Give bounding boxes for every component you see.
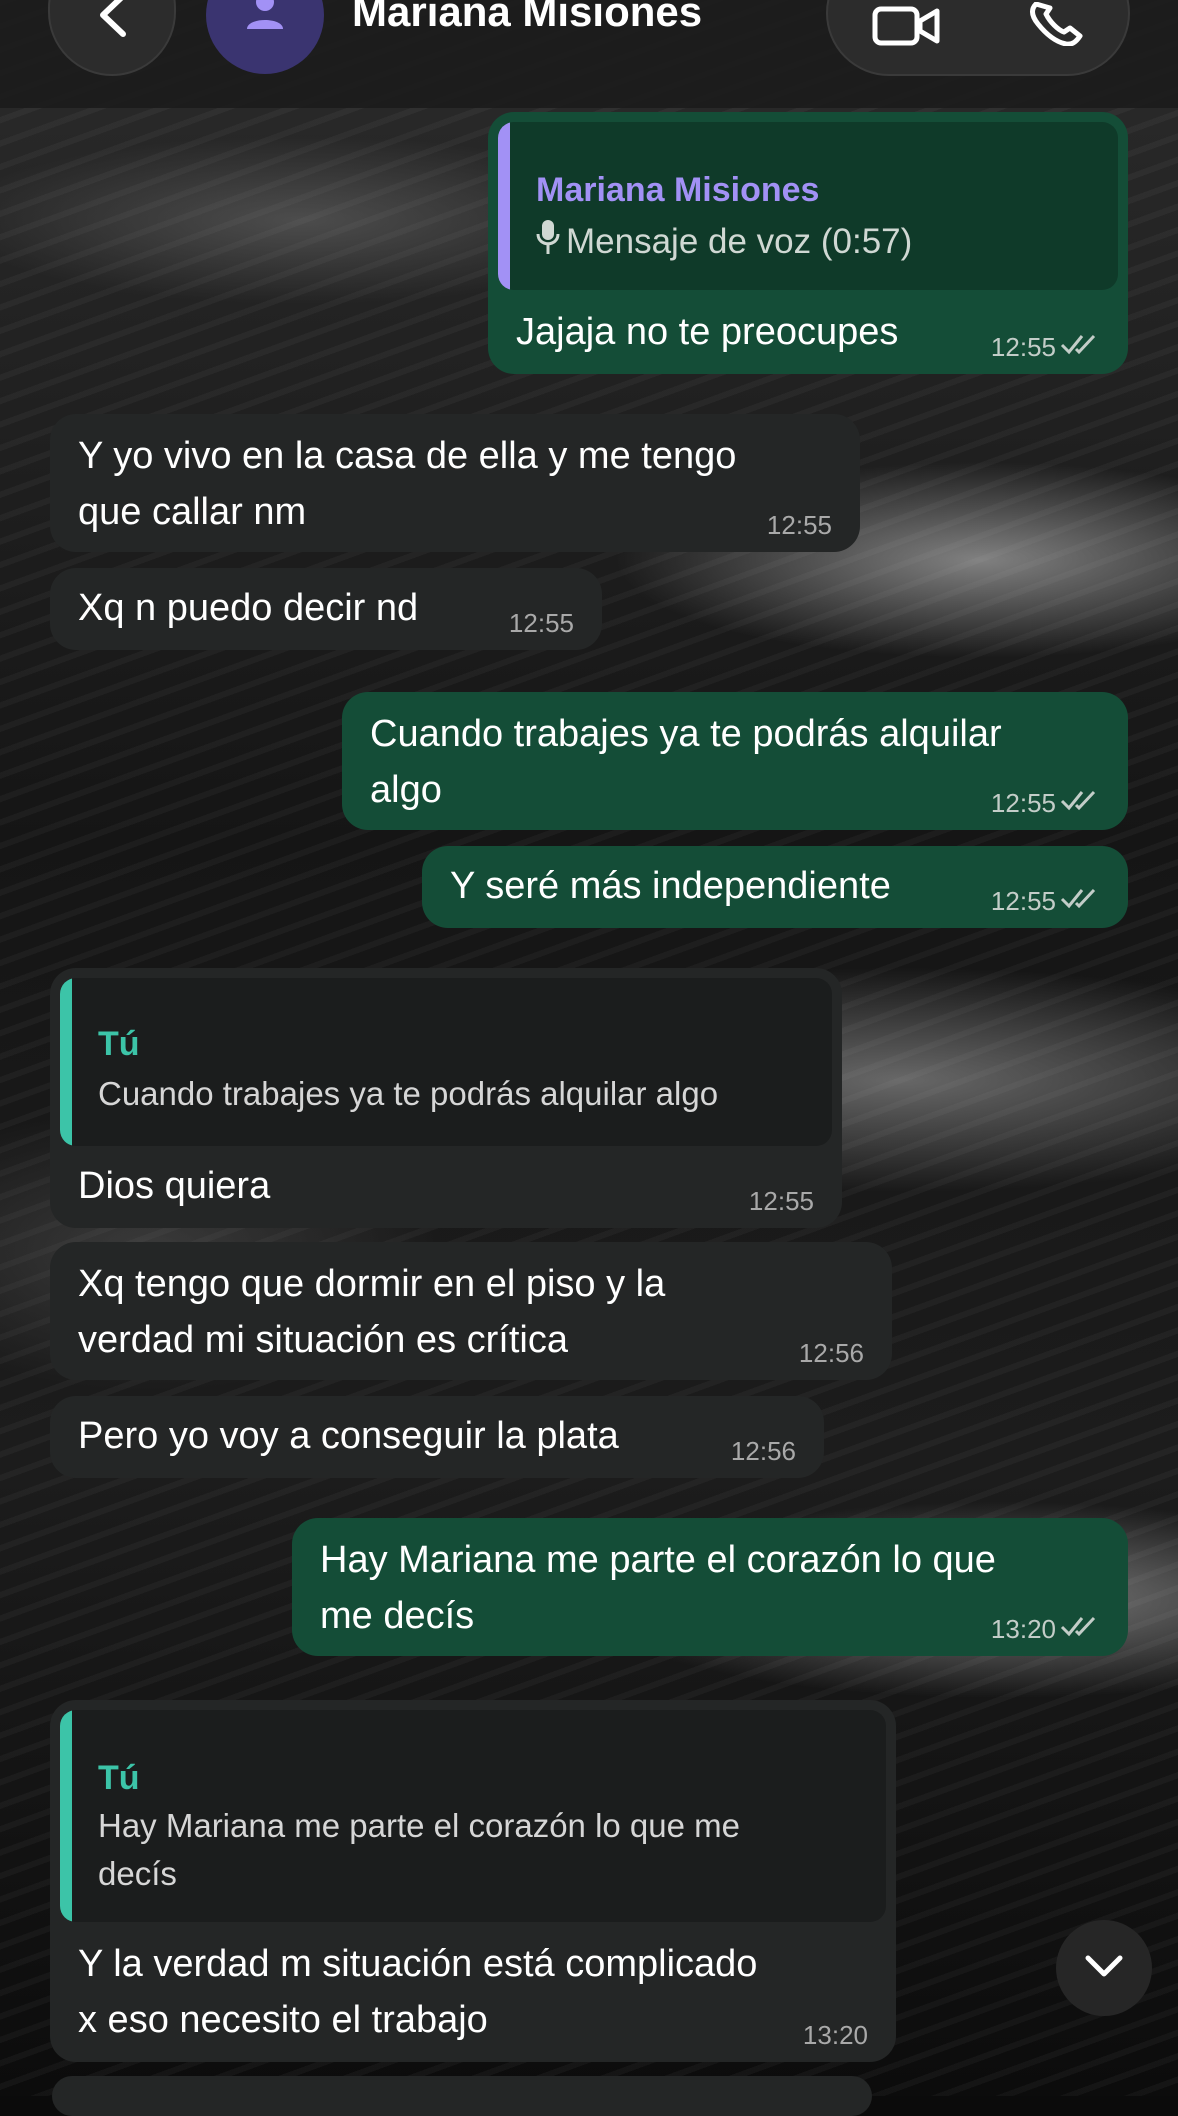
quote-text-line: Hay Mariana me parte el corazón lo que m…	[98, 1807, 740, 1844]
quoted-message[interactable]: Tú Cuando trabajes ya te podrás alquilar…	[60, 978, 832, 1146]
message-bubble-outgoing[interactable]: Mariana Misiones Mensaje de voz (0:57) J…	[488, 112, 1128, 374]
double-check-icon	[1060, 1614, 1100, 1644]
quote-accent-bar	[60, 978, 72, 1146]
message-bubble-outgoing[interactable]: Hay Mariana me parte el corazón lo que m…	[292, 1518, 1128, 1656]
double-check-icon	[1060, 886, 1100, 916]
message-bubble-outgoing[interactable]: Y seré más independiente 12:55	[422, 846, 1128, 928]
quote-sender-name: Tú	[98, 1759, 140, 1797]
quoted-message[interactable]: Mariana Misiones Mensaje de voz (0:57)	[498, 122, 1118, 290]
quote-sender-name: Mariana Misiones	[536, 171, 820, 209]
message-bubble-incoming[interactable]: Xq n puedo decir nd 12:55	[50, 568, 602, 650]
message-text-line: x eso necesito el trabajo	[78, 1999, 488, 2041]
message-time: 12:55	[508, 608, 574, 638]
message-time: 12:55	[766, 510, 832, 540]
message-bubble-incoming[interactable]: Tú Hay Mariana me parte el corazón lo qu…	[50, 1700, 896, 2062]
message-time: 12:55	[990, 886, 1056, 916]
message-meta: 12:56	[799, 1338, 864, 1368]
quote-text: Mensaje de voz (0:57)	[536, 218, 912, 268]
message-meta: 12:55	[991, 332, 1100, 362]
message-text: Jajaja no te preocupes	[516, 311, 899, 353]
message-time: 12:56	[730, 1436, 796, 1466]
next-message-bubble-partial	[52, 2076, 872, 2116]
quote-accent-bar	[498, 122, 510, 290]
message-text-line: Y yo vivo en la casa de ella y me tengo	[78, 435, 737, 477]
quoted-message[interactable]: Tú Hay Mariana me parte el corazón lo qu…	[60, 1710, 886, 1922]
message-bubble-incoming[interactable]: Xq tengo que dormir en el piso y la verd…	[50, 1242, 892, 1380]
person-icon	[245, 0, 285, 34]
message-text-line: algo	[370, 769, 442, 811]
double-check-icon	[1060, 788, 1100, 818]
chevron-down-icon	[1084, 1953, 1124, 1984]
message-meta: 12:55	[509, 608, 574, 638]
message-bubble-incoming[interactable]: Y yo vivo en la casa de ella y me tengo …	[50, 414, 860, 552]
quote-text: Cuando trabajes ya te podrás alquilar al…	[98, 1075, 719, 1112]
message-meta: 12:55	[991, 886, 1100, 916]
quote-text-line: decís	[98, 1855, 177, 1892]
microphone-icon	[536, 219, 560, 268]
message-time: 12:55	[990, 788, 1056, 818]
quote-accent-bar	[60, 1710, 72, 1922]
voice-message-label: Mensaje de voz (0:57)	[566, 222, 913, 261]
message-time: 12:55	[748, 1186, 814, 1216]
double-check-icon	[1060, 332, 1100, 362]
call-actions	[826, 0, 1130, 76]
message-text-line: verdad mi situación es crítica	[78, 1319, 568, 1361]
message-bubble-incoming[interactable]: Tú Cuando trabajes ya te podrás alquilar…	[50, 968, 842, 1228]
message-text: Pero yo voy a conseguir la plata	[78, 1415, 619, 1457]
message-time: 12:56	[798, 1338, 864, 1368]
back-button[interactable]	[48, 0, 176, 76]
message-meta: 12:55	[767, 510, 832, 540]
message-text: Y seré más independiente	[450, 865, 891, 907]
contact-name[interactable]: Mariana Misiones	[352, 0, 702, 36]
chat-header: Mariana Misiones	[0, 0, 1178, 108]
message-text-line: Xq tengo que dormir en el piso y la	[78, 1263, 666, 1305]
message-time: 12:55	[990, 332, 1056, 362]
chevron-left-icon	[95, 0, 129, 38]
message-meta: 13:20	[803, 2020, 868, 2050]
avatar[interactable]	[206, 0, 324, 74]
message-meta: 12:55	[991, 788, 1100, 818]
message-meta: 12:55	[749, 1186, 814, 1216]
message-text: Dios quiera	[78, 1165, 271, 1207]
phone-icon[interactable]	[1028, 1, 1084, 51]
message-meta: 13:20	[991, 1614, 1100, 1644]
message-time: 13:20	[990, 1614, 1056, 1644]
message-text-line: que callar nm	[78, 491, 307, 533]
message-text-line: Cuando trabajes ya te podrás alquilar	[370, 713, 1002, 755]
message-text-line: Y la verdad m situación está complicado	[78, 1943, 758, 1985]
message-bubble-incoming[interactable]: Pero yo voy a conseguir la plata 12:56	[50, 1396, 824, 1478]
scroll-to-bottom-button[interactable]	[1056, 1920, 1152, 2016]
message-text: Xq n puedo decir nd	[78, 587, 419, 629]
message-text-line: me decís	[320, 1595, 475, 1637]
video-camera-icon[interactable]	[872, 6, 942, 51]
message-bubble-outgoing[interactable]: Cuando trabajes ya te podrás alquilar al…	[342, 692, 1128, 830]
message-time: 13:20	[802, 2020, 868, 2050]
message-meta: 12:56	[731, 1436, 796, 1466]
quote-sender-name: Tú	[98, 1025, 140, 1063]
message-text-line: Hay Mariana me parte el corazón lo que	[320, 1539, 996, 1581]
